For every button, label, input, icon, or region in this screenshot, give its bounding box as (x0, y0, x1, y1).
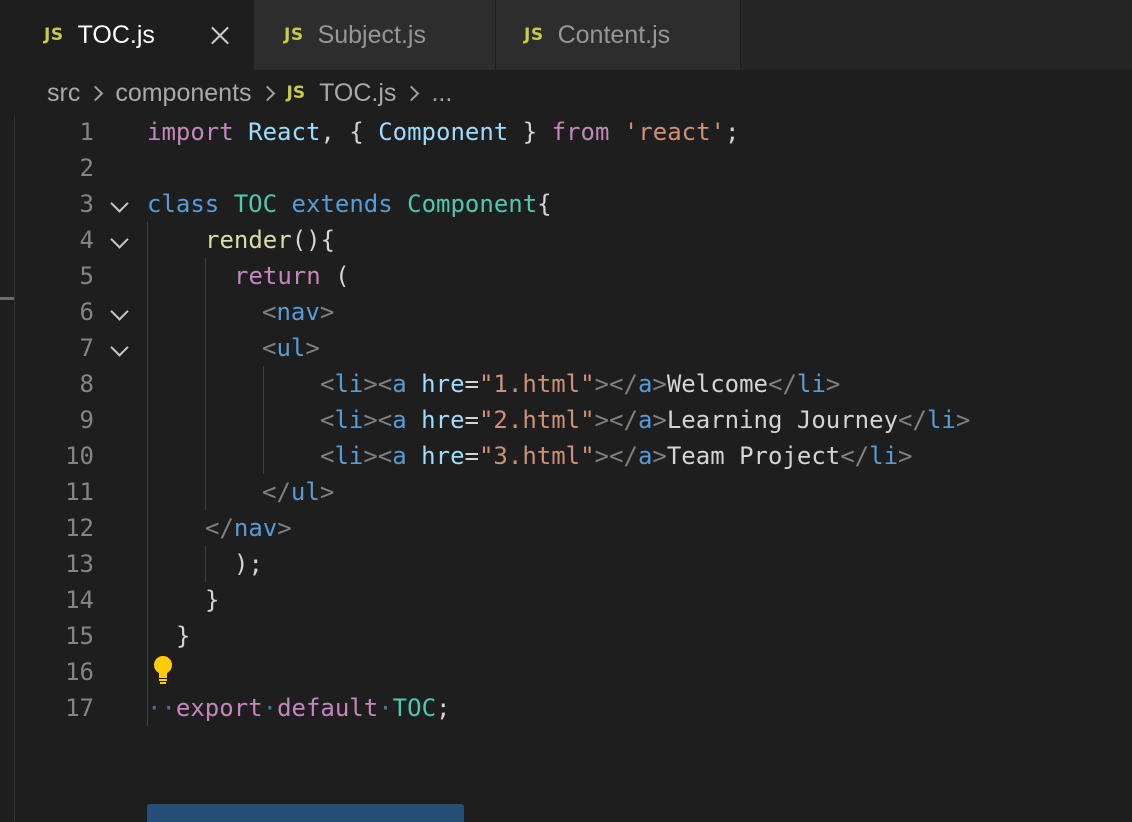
code-line: 1 import React, { Component } from 'reac… (0, 114, 1132, 150)
tab-subject-js[interactable]: JS Subject.js (254, 0, 496, 70)
code-text: import React, { Component } from 'react'… (147, 118, 740, 146)
code-line: 9 <li><a hre="2.html"></a>Learning Journ… (0, 402, 1132, 438)
breadcrumb-item-symbol[interactable]: ... (431, 79, 452, 108)
chevron-down-icon[interactable] (110, 230, 129, 249)
code-text: class TOC extends Component{ (147, 190, 552, 218)
tab-toc-js[interactable]: JS TOC.js (0, 0, 254, 70)
code-line: 12 </nav> (0, 510, 1132, 546)
code-text: <li><a hre="1.html"></a>Welcome</li> (320, 370, 841, 398)
chevron-down-icon[interactable] (110, 194, 129, 213)
close-icon[interactable] (209, 24, 231, 46)
text-selection (147, 804, 464, 822)
breadcrumb: src components JS TOC.js ... (0, 70, 1132, 116)
chevron-right-icon (259, 85, 275, 101)
code-line: 11 </ul> (0, 474, 1132, 510)
line-number: 2 (79, 154, 94, 182)
code-text: </ul> (262, 478, 335, 506)
line-number: 14 (65, 586, 94, 614)
chevron-down-icon[interactable] (110, 338, 129, 357)
line-number: 15 (65, 622, 94, 650)
code-line: 6 <nav> (0, 294, 1132, 330)
breadcrumb-item-file[interactable]: TOC.js (319, 79, 396, 108)
tab-label: Content.js (557, 20, 671, 49)
code-line: 3 class TOC extends Component{ (0, 186, 1132, 222)
javascript-file-icon: JS (44, 25, 64, 45)
line-number: 12 (65, 514, 94, 542)
javascript-file-icon: JS (284, 25, 304, 45)
code-text: </nav> (205, 514, 292, 542)
tab-bar-empty-area[interactable] (741, 0, 1132, 70)
code-text: <li><a hre="2.html"></a>Learning Journey… (320, 406, 971, 434)
line-number: 11 (65, 478, 94, 506)
code-text: render(){ (205, 226, 336, 254)
line-number: 17 (65, 694, 94, 722)
chevron-down-icon[interactable] (110, 302, 129, 321)
code-line: 13 ); (0, 546, 1132, 582)
code-text: } (176, 622, 191, 650)
code-text: <ul> (262, 334, 320, 362)
code-line: 14 } (0, 582, 1132, 618)
line-number: 4 (79, 226, 94, 254)
breadcrumb-item-src[interactable]: src (47, 79, 80, 108)
tab-content-js[interactable]: JS Content.js (496, 0, 741, 70)
code-line: 8 <li><a hre="1.html"></a>Welcome</li> (0, 366, 1132, 402)
line-number: 16 (65, 658, 94, 686)
chevron-right-icon (88, 85, 104, 101)
chevron-right-icon (404, 85, 420, 101)
line-number: 7 (79, 334, 94, 362)
tab-label: TOC.js (77, 20, 155, 49)
code-text: return ( (234, 262, 350, 290)
code-line: 17 ··export·default·TOC; (0, 690, 1132, 726)
code-line: 4 render(){ (0, 222, 1132, 258)
line-number: 3 (79, 190, 94, 218)
code-line: 7 <ul> (0, 330, 1132, 366)
line-number: 8 (79, 370, 94, 398)
code-text: ··export·default·TOC; (147, 694, 451, 722)
line-number: 1 (79, 118, 94, 146)
javascript-file-icon: JS (524, 25, 544, 45)
line-number: 10 (65, 442, 94, 470)
javascript-file-icon: JS (286, 83, 306, 103)
code-line: 10 <li><a hre="3.html"></a>Team Project<… (0, 438, 1132, 474)
lightbulb-icon[interactable] (152, 655, 174, 685)
breadcrumb-item-components[interactable]: components (115, 79, 251, 108)
code-line: 2 (0, 150, 1132, 186)
editor-tab-bar: JS TOC.js JS Subject.js JS Content.js (0, 0, 1132, 70)
line-number: 13 (65, 550, 94, 578)
line-number: 5 (79, 262, 94, 290)
line-number: 6 (79, 298, 94, 326)
line-number: 9 (79, 406, 94, 434)
code-line: 5 return ( (0, 258, 1132, 294)
code-text: <nav> (262, 298, 335, 326)
code-line: 15 } (0, 618, 1132, 654)
code-text: ); (234, 550, 263, 578)
tab-label: Subject.js (317, 20, 426, 49)
code-text: } (205, 586, 220, 614)
code-text: <li><a hre="3.html"></a>Team Project</li… (320, 442, 913, 470)
code-editor[interactable]: 1 import React, { Component } from 'reac… (0, 114, 1132, 822)
